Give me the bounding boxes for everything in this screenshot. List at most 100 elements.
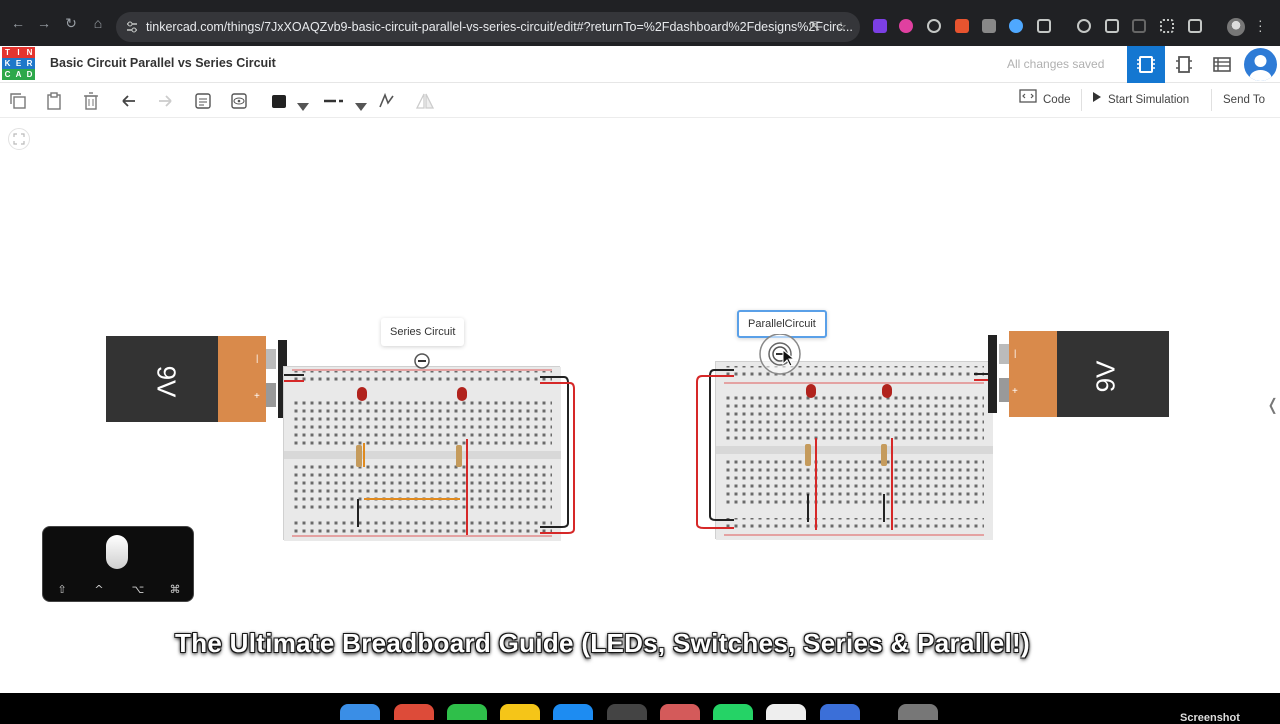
editor-toolbar: Code Start Simulation Send To xyxy=(0,83,1280,118)
shift-key-icon: ⇧ xyxy=(57,583,67,596)
save-status: All changes saved xyxy=(1007,57,1105,71)
code-button[interactable]: Code xyxy=(1019,89,1071,111)
toolbar-divider xyxy=(1211,89,1212,111)
color-swatch-icon[interactable] xyxy=(270,91,290,111)
chevron-down-icon[interactable] xyxy=(293,97,309,111)
logo-letter: T xyxy=(2,47,13,58)
breadboard-series[interactable] xyxy=(283,366,561,541)
show-notes-icon[interactable] xyxy=(229,91,249,111)
extensions-puzzle-icon[interactable] xyxy=(1037,19,1051,33)
notes-app-icon[interactable] xyxy=(500,704,540,720)
bookmarks-icon[interactable] xyxy=(1105,19,1119,33)
translate-icon[interactable] xyxy=(1132,19,1146,33)
macos-dock xyxy=(0,693,1280,720)
battery-9v-parallel[interactable]: | + xyxy=(986,330,1170,418)
list-icon xyxy=(1213,57,1231,72)
extension-gear-icon[interactable] xyxy=(927,19,941,33)
xcode-icon[interactable] xyxy=(553,704,593,720)
system-settings-icon[interactable] xyxy=(607,704,647,720)
component-list-button[interactable] xyxy=(1203,46,1241,83)
address-bar[interactable]: tinkercad.com/things/7JxXOAQZvb9-basic-c… xyxy=(116,12,860,42)
start-simulation-button[interactable]: Start Simulation xyxy=(1092,89,1189,111)
profile-avatar[interactable] xyxy=(1227,18,1245,36)
logo-letter: I xyxy=(13,47,24,58)
flip-icon[interactable] xyxy=(377,91,397,111)
site-info-icon[interactable] xyxy=(126,21,138,33)
logo-letter: K xyxy=(2,58,13,69)
send-to-button[interactable]: Send To xyxy=(1223,89,1265,111)
photo-booth-icon[interactable] xyxy=(660,704,700,720)
extension-purple-icon[interactable] xyxy=(873,19,887,33)
extension-u-icon[interactable] xyxy=(982,19,996,33)
browser-dock-icon[interactable] xyxy=(820,704,860,720)
logo-letter: C xyxy=(2,69,13,80)
series-loop-wire[interactable] xyxy=(540,373,580,535)
cursor-click-icon xyxy=(759,334,801,375)
whatsapp-icon[interactable] xyxy=(713,704,753,720)
chrome-icon[interactable] xyxy=(394,704,434,720)
schematic-view-button[interactable] xyxy=(1165,46,1203,83)
bookmark-star-icon[interactable]: ☆ xyxy=(834,20,848,34)
back-icon[interactable]: ← xyxy=(10,15,26,31)
finder-icon[interactable] xyxy=(340,704,380,720)
parallel-loop-wire[interactable] xyxy=(694,366,734,532)
tinkercad-logo[interactable]: TINKERCAD xyxy=(2,47,35,80)
chevron-down-icon[interactable] xyxy=(351,97,367,111)
url-text[interactable]: tinkercad.com/things/7JxXOAQZvb9-basic-c… xyxy=(146,20,853,34)
battery-9v-series[interactable]: | + xyxy=(106,335,290,425)
paste-icon[interactable] xyxy=(44,91,64,111)
label-anchor-icon[interactable] xyxy=(414,353,430,369)
schematic-icon xyxy=(1176,56,1192,73)
line-style-icon[interactable] xyxy=(322,91,348,111)
play-icon xyxy=(1092,89,1102,111)
apps-grid-icon[interactable] xyxy=(1160,19,1174,33)
extension-pink-icon[interactable] xyxy=(899,19,913,33)
logo-letter: A xyxy=(13,69,24,80)
undo-icon[interactable] xyxy=(119,91,139,111)
app-header: TINKERCAD Basic Circuit Parallel vs Seri… xyxy=(0,46,1280,83)
reload-icon[interactable]: ↻ xyxy=(63,15,79,31)
redo-icon[interactable] xyxy=(155,91,175,111)
browser-menu-icon[interactable]: · · · xyxy=(1258,13,1263,37)
series-circuit-label[interactable]: Series Circuit xyxy=(381,318,465,346)
mirror-icon[interactable] xyxy=(415,91,435,111)
control-key-icon: ^ xyxy=(94,583,104,596)
forward-icon[interactable]: → xyxy=(36,15,52,31)
extension-orange-icon[interactable] xyxy=(955,19,969,33)
incognito-icon[interactable] xyxy=(1077,19,1091,33)
mouse-icon xyxy=(106,535,128,569)
screenshot-label: Screenshot xyxy=(1180,712,1240,724)
circuit-view-button[interactable] xyxy=(1127,46,1165,83)
delete-icon[interactable] xyxy=(81,91,101,111)
code-icon xyxy=(1019,89,1037,111)
breadboard-parallel[interactable] xyxy=(715,361,993,540)
home-icon[interactable]: ⌂ xyxy=(90,15,106,31)
circuit-chip-icon xyxy=(1137,56,1155,73)
svg-text:+: + xyxy=(254,391,260,402)
preview-icon[interactable] xyxy=(766,704,806,720)
panel-collapse-icon[interactable]: ❬ xyxy=(1266,395,1279,415)
tab-search-icon[interactable] xyxy=(1188,19,1202,33)
copy-icon[interactable] xyxy=(8,91,28,111)
extension-blue-icon[interactable] xyxy=(1009,19,1023,33)
fit-view-icon xyxy=(13,133,25,145)
start-simulation-label: Start Simulation xyxy=(1108,94,1190,107)
line-icon[interactable] xyxy=(447,704,487,720)
command-key-icon: ⌘ xyxy=(169,583,181,596)
logo-letter: D xyxy=(24,69,35,80)
option-key-icon: ⌥ xyxy=(131,583,145,596)
trash-icon[interactable] xyxy=(898,704,938,720)
logo-letter: N xyxy=(24,47,35,58)
notes-icon[interactable] xyxy=(193,91,213,111)
browser-toolbar: ← → ↻ ⌂ tinkercad.com/things/7JxXOAQZvb9… xyxy=(0,0,1280,46)
open-in-app-icon[interactable]: ⇱ xyxy=(808,20,822,34)
battery-label: 9V xyxy=(1090,360,1121,393)
design-title[interactable]: Basic Circuit Parallel vs Series Circuit xyxy=(50,56,276,70)
user-avatar[interactable] xyxy=(1244,48,1277,81)
svg-text:|: | xyxy=(256,353,258,363)
user-icon xyxy=(1249,55,1272,81)
keystroke-overlay: ⇧ ^ ⌥ ⌘ xyxy=(42,526,194,602)
workplane-canvas[interactable]: ❬ | + 9V Series Circuit | + 9V ParallelC… xyxy=(0,118,1280,693)
zoom-to-fit-button[interactable] xyxy=(8,128,30,150)
toolbar-divider xyxy=(1081,89,1082,111)
